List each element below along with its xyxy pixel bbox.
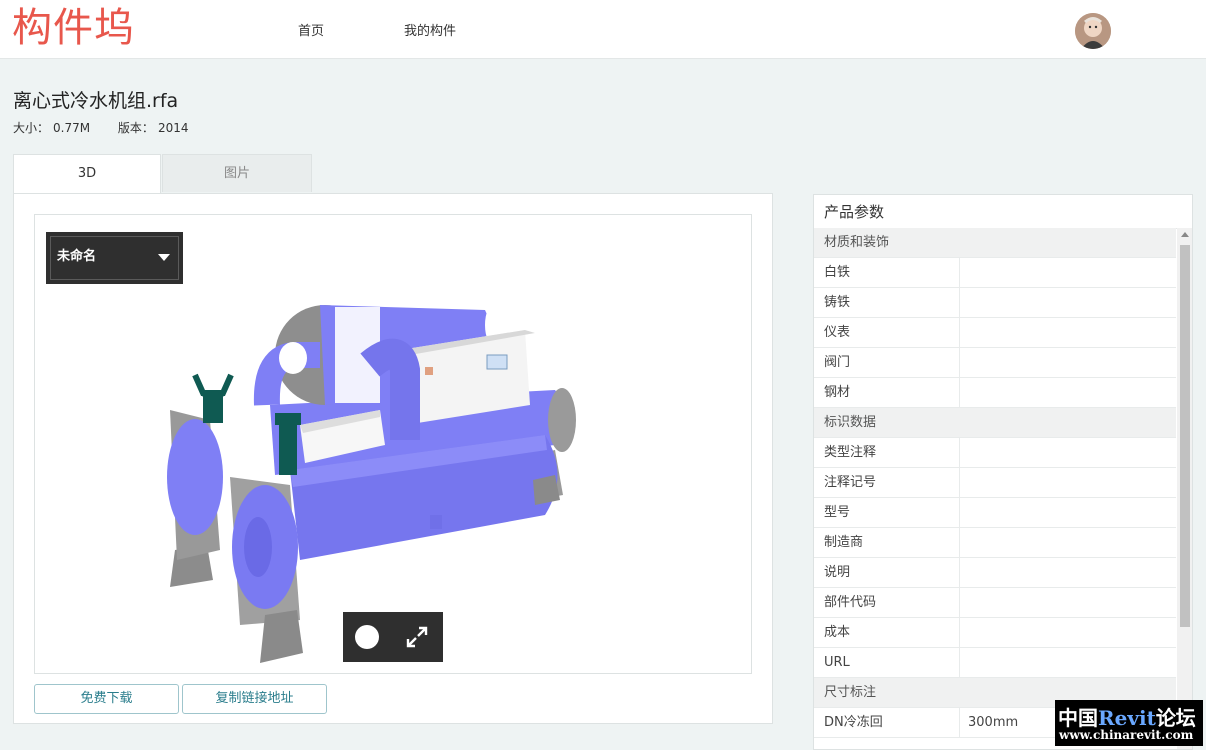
param-row: 白铁 (814, 258, 1176, 288)
param-row: 铸铁 (814, 288, 1176, 318)
product-params-panel: 产品参数 材质和装饰 白铁 铸铁 仪表 阀门 钢材 标识数据 类型注释 注释记号… (813, 194, 1193, 750)
param-key: 铸铁 (824, 295, 851, 310)
params-table: 材质和装饰 白铁 铸铁 仪表 阀门 钢材 标识数据 类型注释 注释记号 型号 制… (814, 228, 1176, 738)
scrollbar-thumb[interactable] (1180, 245, 1190, 627)
nav-my-components[interactable]: 我的构件 (404, 20, 456, 39)
param-key: 白铁 (824, 265, 851, 280)
param-row: 说明 (814, 558, 1176, 588)
param-value (959, 288, 1176, 317)
param-value (959, 498, 1176, 527)
site-logo[interactable]: 构件坞 (12, 6, 135, 50)
watermark-url: www.chinarevit.com (1059, 728, 1194, 742)
param-key: URL (824, 655, 850, 670)
param-group-header: 材质和装饰 (814, 228, 1176, 258)
param-key: 部件代码 (824, 595, 877, 610)
param-row: 仪表 (814, 318, 1176, 348)
view-dropdown-inner: 未命名 (50, 236, 179, 280)
param-row: 制造商 (814, 528, 1176, 558)
free-download-button[interactable]: 免费下载 (34, 684, 179, 714)
file-title: 离心式冷水机组.rfa (13, 90, 179, 112)
watermark-text-c: 论坛 (1155, 706, 1196, 730)
file-size-value: 0.77M (53, 121, 91, 135)
tab-3d[interactable]: 3D (13, 154, 161, 194)
param-value (959, 258, 1176, 287)
param-value (959, 588, 1176, 617)
file-version-label: 版本： (117, 121, 154, 135)
param-row: 阀门 (814, 348, 1176, 378)
param-value (959, 528, 1176, 557)
scroll-up-arrow-icon[interactable] (1181, 232, 1189, 237)
param-key: 说明 (824, 565, 851, 580)
tab-images[interactable]: 图片 (162, 154, 312, 192)
view-dropdown[interactable]: 未命名 (46, 232, 183, 284)
params-title: 产品参数 (814, 195, 1192, 229)
param-group-header: 标识数据 (814, 408, 1176, 438)
param-row: 钢材 (814, 378, 1176, 408)
nav-home[interactable]: 首页 (298, 20, 324, 39)
param-value (959, 648, 1176, 677)
param-row: 型号 (814, 498, 1176, 528)
watermark-text-b: Revit (1098, 706, 1156, 730)
site-watermark: 中国Revit论坛 www.chinarevit.com (1055, 700, 1203, 746)
param-value (959, 438, 1176, 467)
params-scrollbar[interactable] (1177, 228, 1192, 749)
param-value (959, 618, 1176, 647)
watermark-title: 中国Revit论坛 (1058, 702, 1196, 731)
param-value (959, 468, 1176, 497)
watermark-text-a: 中国 (1058, 706, 1098, 730)
file-size-label: 大小： (13, 121, 50, 135)
param-value (959, 318, 1176, 347)
file-meta: 大小： 0.77M 版本： 2014 (13, 119, 212, 136)
param-row: URL (814, 648, 1176, 678)
view-dropdown-label: 未命名 (57, 249, 97, 264)
3d-viewer[interactable]: 未命名 (34, 214, 752, 674)
param-key: 型号 (824, 505, 851, 520)
param-key: 钢材 (824, 385, 851, 400)
param-key: 制造商 (824, 535, 864, 550)
avatar-image (1075, 13, 1111, 49)
orbit-toggle-button[interactable] (355, 625, 379, 649)
param-value (959, 378, 1176, 407)
param-key: 仪表 (824, 325, 851, 340)
file-version: 版本： 2014 (118, 121, 189, 135)
param-row: 类型注释 (814, 438, 1176, 468)
param-row: 注释记号 (814, 468, 1176, 498)
param-row: 部件代码 (814, 588, 1176, 618)
file-version-value: 2014 (157, 121, 189, 135)
param-key: 成本 (824, 625, 851, 640)
top-navbar: 构件坞 首页 我的构件 (0, 0, 1206, 59)
param-key: DN冷冻回 (824, 715, 883, 730)
fullscreen-icon[interactable] (405, 625, 429, 649)
param-row: 成本 (814, 618, 1176, 648)
param-value (959, 558, 1176, 587)
chevron-down-icon (158, 254, 170, 261)
user-avatar[interactable] (1075, 13, 1111, 49)
copy-link-button[interactable]: 复制链接地址 (182, 684, 327, 714)
file-size: 大小： 0.77M (13, 121, 90, 135)
param-key: 类型注释 (824, 445, 877, 460)
param-key: 阀门 (824, 355, 851, 370)
param-key: 注释记号 (824, 475, 877, 490)
param-value (959, 348, 1176, 377)
viewer-controls (343, 612, 443, 662)
